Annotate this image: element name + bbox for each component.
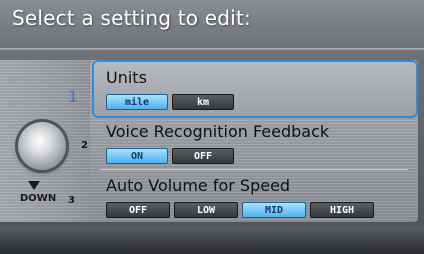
title-divider [0, 48, 424, 51]
option-mile-button[interactable]: mile [106, 94, 168, 110]
setting-label-auto-volume: Auto Volume for Speed [106, 176, 291, 195]
option-on-button[interactable]: ON [106, 148, 168, 164]
setting-row-units[interactable]: Units mile km [92, 60, 418, 118]
interface-dial-knob[interactable] [18, 122, 66, 170]
voice-feedback-options: ON OFF [106, 148, 234, 164]
option-off-button[interactable]: OFF [172, 148, 234, 164]
auto-volume-options: OFF LOW MID HIGH [106, 202, 374, 218]
settings-list: Units mile km Voice Recognition Feedback… [90, 60, 418, 222]
down-label: DOWN [20, 193, 57, 204]
option-high-button[interactable]: HIGH [310, 202, 374, 218]
units-options: mile km [106, 94, 234, 110]
screen-title: Select a setting to edit: [12, 6, 251, 30]
option-km-button[interactable]: km [172, 94, 234, 110]
settings-screen: Select a setting to edit: 1 2 DOWN 3 Uni… [0, 0, 424, 254]
option-off-button[interactable]: OFF [106, 202, 170, 218]
knob-index-1: 1 [68, 87, 79, 106]
option-mid-button[interactable]: MID [242, 202, 306, 218]
setting-row-auto-volume[interactable]: Auto Volume for Speed OFF LOW MID HIGH [94, 170, 414, 222]
knob-index-2: 2 [81, 140, 88, 151]
option-low-button[interactable]: LOW [174, 202, 238, 218]
setting-label-units: Units [106, 68, 147, 87]
setting-row-voice-feedback[interactable]: Voice Recognition Feedback ON OFF [94, 116, 414, 168]
knob-index-3: 3 [68, 195, 75, 206]
bottom-bar [0, 226, 424, 254]
down-arrow-icon [28, 181, 40, 190]
setting-label-voice-feedback: Voice Recognition Feedback [106, 122, 330, 141]
